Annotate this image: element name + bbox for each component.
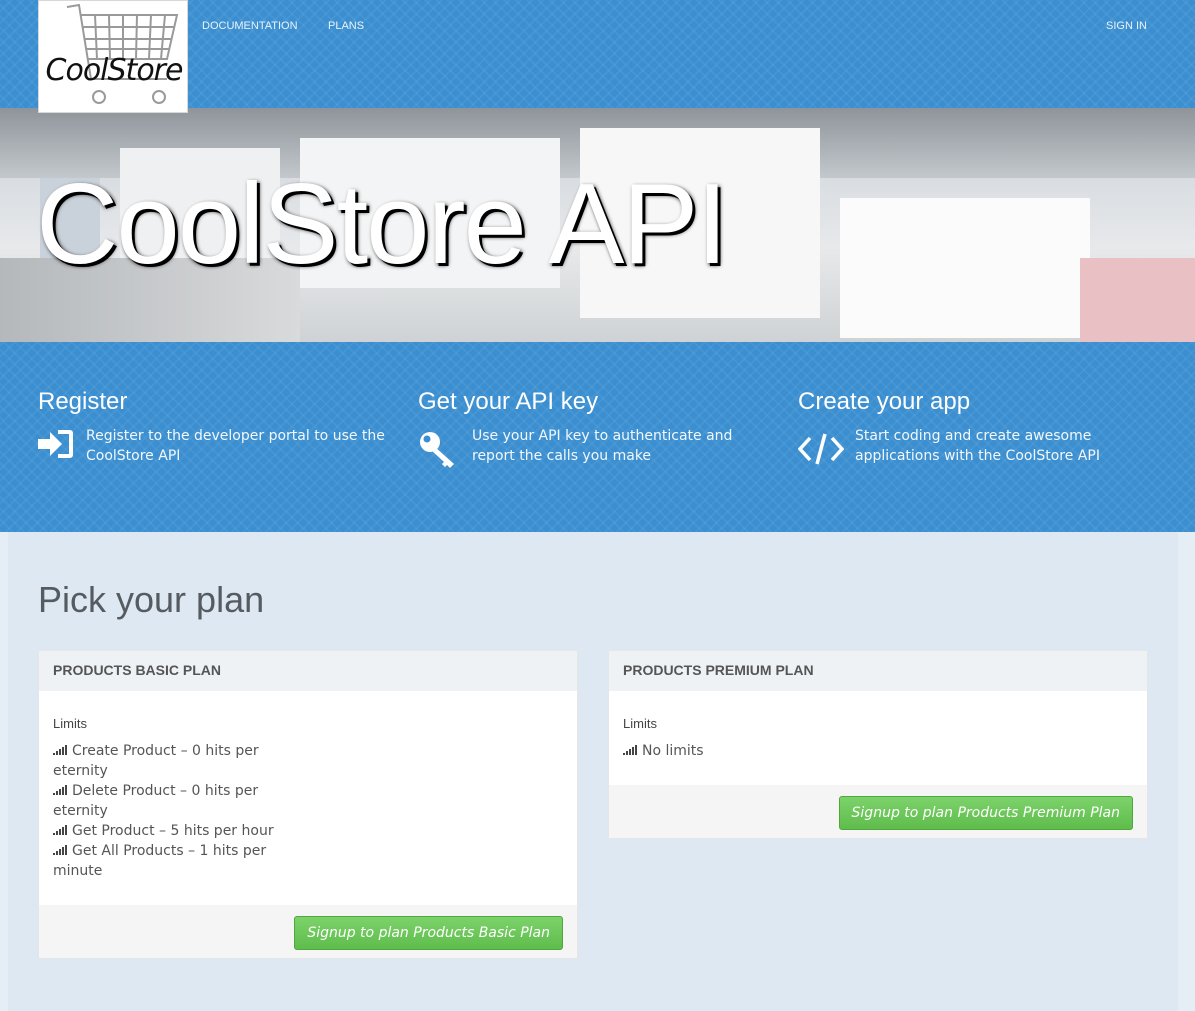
sign-in-link[interactable]: SIGN IN bbox=[1106, 20, 1147, 32]
signal-bars-icon bbox=[53, 825, 67, 835]
limit-item: Create Product – 0 hits per eternity bbox=[53, 743, 259, 779]
feature-title: Create your app bbox=[798, 388, 971, 415]
limit-item: Get All Products – 1 hits per minute bbox=[53, 843, 267, 879]
limits-label: Limits bbox=[53, 716, 87, 731]
plan-card-premium: PRODUCTS PREMIUM PLAN Limits No limits S… bbox=[608, 650, 1148, 839]
plan-body: Limits Create Product – 0 hits per etern… bbox=[39, 691, 577, 905]
hero-title: CoolStore API bbox=[36, 161, 728, 288]
plan-title: PRODUCTS BASIC PLAN bbox=[39, 651, 577, 691]
limit-item: Delete Product – 0 hits per eternity bbox=[53, 783, 259, 819]
nav-documentation[interactable]: DOCUMENTATION bbox=[202, 20, 298, 32]
limits-label: Limits bbox=[623, 716, 657, 731]
logo[interactable]: CoolStore bbox=[38, 0, 188, 113]
logo-text: CoolStore bbox=[45, 53, 184, 88]
signal-bars-icon bbox=[53, 845, 67, 855]
feature-api-key: Get your API key Use your API key to aut… bbox=[418, 386, 768, 468]
signup-basic-button[interactable]: Signup to plan Products Basic Plan bbox=[294, 916, 563, 950]
code-icon bbox=[797, 432, 845, 470]
plan-title: PRODUCTS PREMIUM PLAN bbox=[609, 651, 1147, 691]
plan-card-basic: PRODUCTS BASIC PLAN Limits Create Produc… bbox=[38, 650, 578, 959]
signal-bars-icon bbox=[623, 745, 637, 755]
hero-banner: CoolStore API bbox=[0, 108, 1195, 342]
feature-title: Get your API key bbox=[418, 388, 599, 415]
feature-text: Use your API key to authenticate and rep… bbox=[472, 428, 733, 464]
limits-list: No limits bbox=[623, 741, 853, 761]
plan-body: Limits No limits bbox=[609, 691, 1147, 785]
features-section: Register Register to the developer porta… bbox=[0, 342, 1195, 532]
feature-title: Register bbox=[38, 388, 128, 415]
limits-list: Create Product – 0 hits per eternity Del… bbox=[53, 741, 283, 881]
section-title: Pick your plan bbox=[38, 579, 265, 620]
signup-premium-button[interactable]: Signup to plan Products Premium Plan bbox=[838, 796, 1133, 830]
sign-in-icon bbox=[38, 428, 74, 464]
limit-item: No limits bbox=[623, 741, 853, 761]
signal-bars-icon bbox=[53, 745, 67, 755]
feature-register: Register Register to the developer porta… bbox=[38, 386, 388, 464]
key-icon bbox=[418, 430, 458, 472]
feature-text: Start coding and create awesome applicat… bbox=[855, 428, 1100, 464]
signal-bars-icon bbox=[53, 785, 67, 795]
limit-item: Get Product – 5 hits per hour bbox=[53, 821, 283, 841]
nav-plans[interactable]: PLANS bbox=[328, 20, 364, 32]
feature-create-app: Create your app Start coding and create … bbox=[797, 386, 1148, 465]
feature-text: Register to the developer portal to use … bbox=[86, 428, 385, 464]
